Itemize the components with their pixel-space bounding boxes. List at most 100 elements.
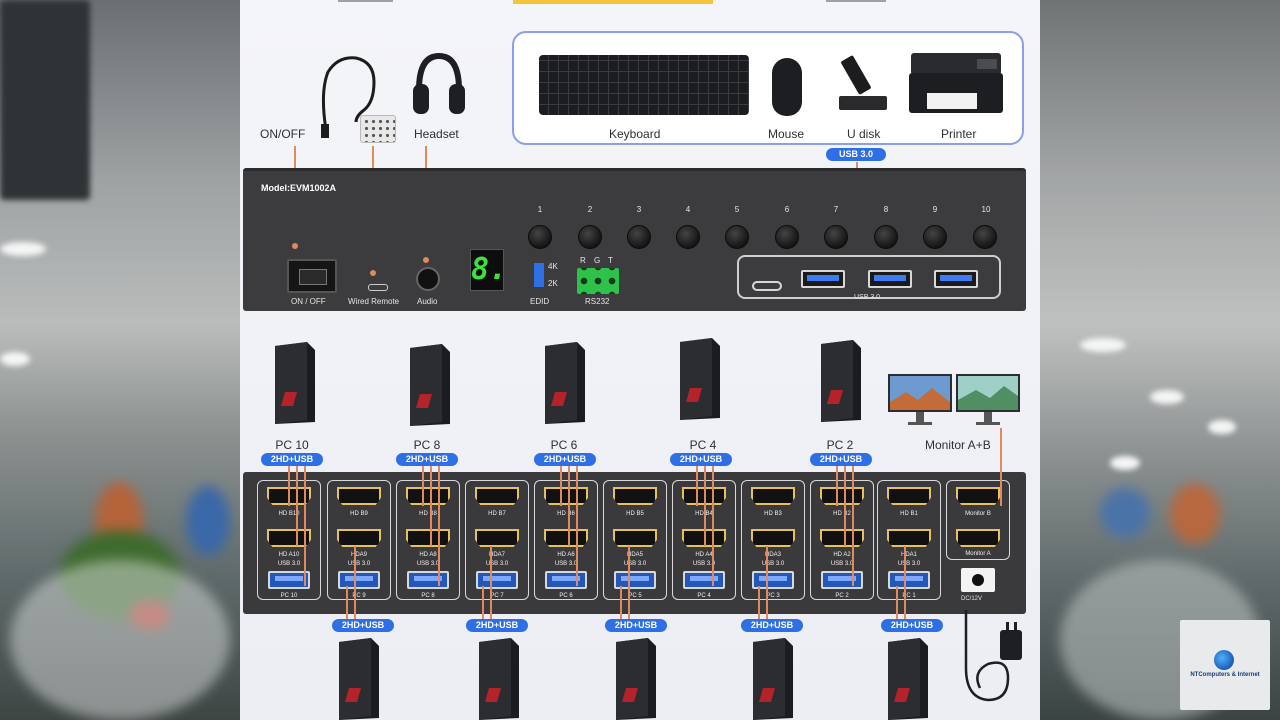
- hdmi-port: [337, 529, 381, 547]
- wire: [576, 466, 578, 586]
- hdmi-port: [887, 487, 931, 505]
- edid-2k-label: 2K: [548, 279, 558, 288]
- connection-badge: 2HD+USB: [534, 453, 596, 466]
- usb-port: [683, 571, 725, 589]
- pc-select-button-9[interactable]: [923, 225, 947, 249]
- wire: [354, 546, 356, 620]
- wire: [620, 586, 622, 620]
- pc-select-button-4[interactable]: [676, 225, 700, 249]
- hdmi-b-label: HD B2: [833, 511, 851, 517]
- wire: [346, 586, 348, 620]
- hdmi-port: [820, 529, 864, 547]
- power-switch[interactable]: [287, 259, 337, 293]
- usb-c-port: [752, 281, 782, 291]
- usb-label: USB 3.0: [416, 561, 440, 567]
- hdmi-port: [751, 487, 795, 505]
- wire: [1000, 428, 1002, 506]
- connection-badge: 2HD+USB: [605, 619, 667, 632]
- headset-icon: [413, 52, 465, 114]
- wire: [560, 466, 562, 506]
- on-off-label: ON/OFF: [260, 127, 306, 141]
- pc-tower-icon: [821, 340, 861, 422]
- wire: [696, 466, 698, 506]
- hdmi-a-label: HD A4: [695, 552, 713, 558]
- hdmi-port: [475, 529, 519, 547]
- pc-select-button-7[interactable]: [824, 225, 848, 249]
- usb-label: USB 3.0: [830, 561, 854, 567]
- connection-badge: 2HD+USB: [881, 619, 943, 632]
- keyboard-label: Keyboard: [609, 127, 661, 141]
- pc-port-group: HD B6 HD A6 USB 3.0 PC 6: [534, 480, 598, 600]
- pc-label: PC 8: [413, 438, 441, 452]
- wire: [296, 466, 298, 546]
- pc-port-group: HD B2 HD A2 USB 3.0 PC 2: [810, 480, 874, 600]
- pc-label: PC 4: [689, 438, 717, 452]
- hdmi-b-label: HD B8: [419, 511, 437, 517]
- hdmi-port: [475, 487, 519, 505]
- hdmi-b-label: HD B3: [764, 511, 782, 517]
- usb-label: USB 3.0: [692, 561, 716, 567]
- button-number-2: 2: [587, 205, 593, 214]
- wire: [904, 546, 906, 620]
- mouse-label: Mouse: [768, 127, 805, 141]
- edid-label: EDID: [530, 297, 550, 306]
- pc-port-label: PC 7: [490, 593, 504, 599]
- keyboard-icon: [539, 55, 749, 115]
- hdmi-a-label: HD A10: [278, 552, 300, 558]
- connection-badge: 2HD+USB: [670, 453, 732, 466]
- udisk-label: U disk: [847, 127, 881, 141]
- rgt-t-label: T: [608, 256, 613, 265]
- pc-select-button-5[interactable]: [725, 225, 749, 249]
- pc-port-group: HD B7 HDA7 USB 3.0 PC 7: [465, 480, 529, 600]
- pc-tower-icon: [680, 338, 720, 420]
- front-usb-port-1: [801, 270, 845, 288]
- usb-label: USB 3.0: [347, 561, 371, 567]
- pc-label: PC 6: [550, 438, 578, 452]
- wire: [568, 466, 570, 546]
- pc-select-button-2[interactable]: [578, 225, 602, 249]
- pc-select-button-6[interactable]: [775, 225, 799, 249]
- rgt-g-label: G: [594, 256, 601, 265]
- pc-tower-icon: [479, 638, 519, 720]
- usb-label: USB 3.0: [277, 561, 301, 567]
- background-left: [0, 0, 240, 720]
- pc-tower-icon: [275, 342, 315, 424]
- pc-port-group: HD B9 HDA9 USB 3.0 PC 9: [327, 480, 391, 600]
- front-usb-port-2: [868, 270, 912, 288]
- connection-badge: 2HD+USB: [332, 619, 394, 632]
- pc-select-button-10[interactable]: [973, 225, 997, 249]
- pc-port-label: PC 10: [280, 593, 298, 599]
- usb-label: USB 3.0: [623, 561, 647, 567]
- button-number-9: 9: [932, 205, 938, 214]
- pc-select-button-8[interactable]: [874, 225, 898, 249]
- header-fragment: [826, 0, 886, 2]
- wire: [628, 546, 630, 620]
- wire-end: [423, 257, 429, 263]
- pc-tower-icon: [410, 344, 450, 426]
- wired-remote-port: [368, 284, 388, 291]
- edid-dip-switch[interactable]: [534, 263, 544, 287]
- hdmi-port: [406, 487, 450, 505]
- connection-badge: 2HD+USB: [741, 619, 803, 632]
- wire: [438, 466, 440, 586]
- kvm-front-panel: Model:EVM1002A ON / OFF Wired Remote Aud…: [243, 168, 1026, 311]
- rs232-terminal: [577, 268, 619, 294]
- monitor-a-label: Monitor A: [965, 551, 991, 557]
- button-number-3: 3: [636, 205, 642, 214]
- pc-port-label: PC 2: [835, 593, 849, 599]
- pc-port-label: PC 8: [421, 593, 435, 599]
- wire: [758, 586, 760, 620]
- pc-select-button-1[interactable]: [528, 225, 552, 249]
- hdmi-port: [337, 487, 381, 505]
- pc-tower-icon: [888, 638, 928, 720]
- wire: [852, 466, 854, 586]
- hdmi-b-label: HD B7: [488, 511, 506, 517]
- pc-select-button-3[interactable]: [627, 225, 651, 249]
- hdmi-a-label: HDA5: [626, 552, 643, 558]
- wire: [766, 546, 768, 620]
- usb-port: [338, 571, 380, 589]
- pc-port-label: PC 4: [697, 593, 711, 599]
- dc-power-jack: [961, 568, 995, 592]
- pc-label: PC 10: [275, 438, 309, 452]
- dc-label: DC/12V: [961, 596, 983, 602]
